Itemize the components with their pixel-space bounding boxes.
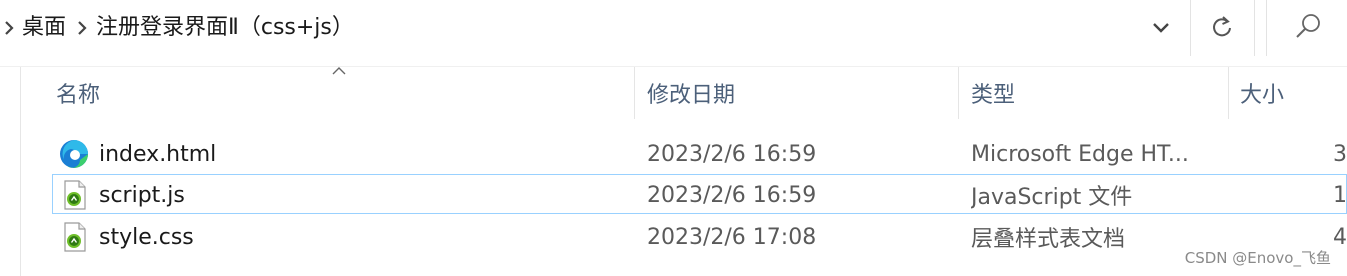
breadcrumb[interactable]: 桌面 注册登录界面Ⅱ（css+js） [0, 0, 1190, 56]
chevron-down-icon [1153, 23, 1169, 33]
script-file-icon [64, 180, 86, 210]
breadcrumb-root-chevron-icon[interactable] [0, 0, 22, 56]
watermark: CSDN @Enovo_飞鱼 [1184, 249, 1331, 267]
column-header-date-modified[interactable]: 修改日期 [647, 67, 735, 119]
file-row-style-css[interactable]: style.css 2023/2/6 17:08 层叠样式表文档 4 [52, 216, 1347, 256]
refresh-button[interactable] [1201, 8, 1243, 48]
breadcrumb-item-current-folder[interactable]: 注册登录界面Ⅱ（css+js） [96, 0, 354, 56]
column-header-size[interactable]: 大小 [1240, 67, 1284, 119]
column-header-type[interactable]: 类型 [971, 67, 1015, 119]
column-resize-handle[interactable] [958, 67, 959, 119]
file-explorer-window: 桌面 注册登录界面Ⅱ（css+js） 名称 修改日期 类型 大小 index.h… [0, 0, 1347, 276]
address-history-dropdown-button[interactable] [1142, 10, 1180, 46]
column-resize-handle[interactable] [634, 67, 635, 119]
search-box[interactable] [1266, 0, 1347, 56]
file-type: 层叠样式表文档 [971, 227, 1126, 252]
address-divider [1190, 0, 1191, 56]
search-icon [1296, 14, 1320, 38]
breadcrumb-separator-icon[interactable] [66, 0, 96, 56]
file-row-script-js[interactable]: script.js 2023/2/6 16:59 JavaScript 文件 1 [52, 174, 1347, 214]
file-row-index-html[interactable]: index.html 2023/2/6 16:59 Microsoft Edge… [52, 133, 1347, 173]
address-divider [1254, 0, 1255, 56]
file-name: script.js [99, 182, 185, 208]
column-resize-handle[interactable] [1228, 67, 1229, 119]
column-header-row: 名称 修改日期 类型 大小 [0, 67, 1347, 119]
file-type: JavaScript 文件 [971, 185, 1133, 210]
edge-html-file-icon [60, 140, 88, 168]
file-date-modified: 2023/2/6 17:08 [647, 224, 817, 250]
file-date-modified: 2023/2/6 16:59 [647, 141, 817, 167]
breadcrumb-item-desktop[interactable]: 桌面 [22, 0, 66, 56]
column-header-name[interactable]: 名称 [56, 67, 100, 119]
file-name: index.html [99, 141, 217, 167]
address-bar: 桌面 注册登录界面Ⅱ（css+js） [0, 0, 1347, 56]
file-size: 4 [1333, 224, 1347, 250]
script-file-icon [64, 222, 86, 252]
file-name: style.css [99, 224, 194, 250]
refresh-icon [1213, 16, 1231, 37]
file-size: 1 [1333, 182, 1347, 208]
file-type: Microsoft Edge HT... [971, 141, 1189, 167]
file-date-modified: 2023/2/6 16:59 [647, 182, 817, 208]
file-size: 3 [1333, 141, 1347, 167]
